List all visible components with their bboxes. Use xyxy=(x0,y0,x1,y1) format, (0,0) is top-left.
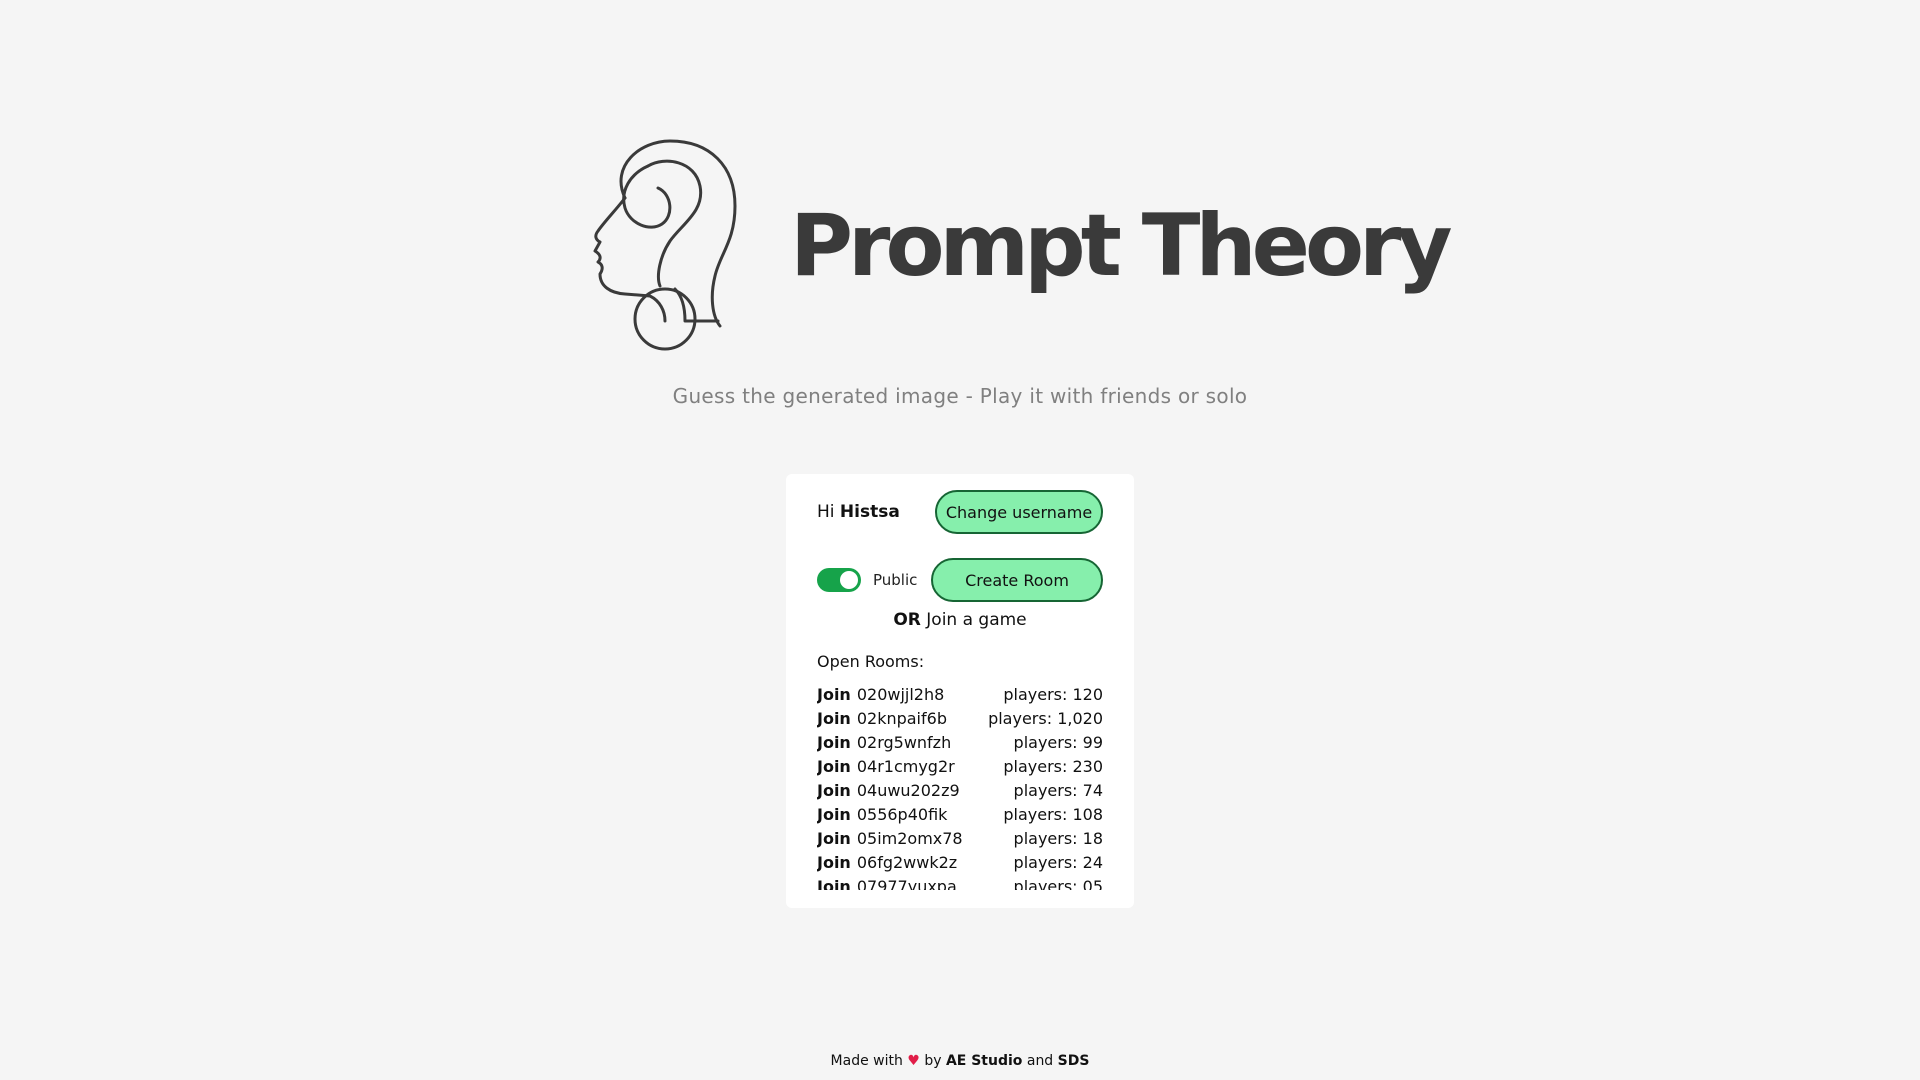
room-players: players: 05 xyxy=(1013,876,1103,891)
footer-company-ae-studio[interactable]: AE Studio xyxy=(946,1053,1022,1069)
footer-by: by xyxy=(924,1053,942,1069)
room-id: 02knpaif6b xyxy=(856,708,947,728)
room-players: players: 230 xyxy=(1003,756,1103,776)
room-row: Join 05im2omx78 players: 18 xyxy=(817,826,1103,850)
room-row: Join 04uwu202z9 players: 74 xyxy=(817,778,1103,802)
toggle-knob xyxy=(840,571,858,589)
lobby-card: Hi Histsa Change username Public Create … xyxy=(786,474,1134,908)
footer: Made with ♥ by AE Studio and SDS xyxy=(0,1053,1920,1069)
greeting-row: Hi Histsa Change username xyxy=(817,490,1103,534)
room-id: 06fg2wwk2z xyxy=(856,852,958,872)
room-row: Join 0556p40fik players: 108 xyxy=(817,802,1103,826)
room-players: players: 99 xyxy=(1013,732,1103,752)
room-list[interactable]: Join 020wjjl2h8 players: 120 Join 02knpaif… xyxy=(817,682,1103,891)
room-players: players: 74 xyxy=(1013,780,1103,800)
page: Prompt Theory Guess the generated image … xyxy=(0,0,1920,1080)
room-id: 04uwu202z9 xyxy=(856,780,960,800)
or-join-text: OR Join a game xyxy=(786,610,1134,630)
room-players: players: 108 xyxy=(1003,804,1103,824)
or-label: OR xyxy=(893,610,921,630)
join-link[interactable]: Join xyxy=(817,877,851,891)
room-id: 020wjjl2h8 xyxy=(856,684,945,704)
room-id: 04r1cmyg2r xyxy=(856,756,955,776)
open-rooms-heading: Open Rooms: xyxy=(817,652,925,671)
room-row: Join 07977yuxpa players: 05 xyxy=(817,874,1103,891)
join-a-game-label: Join a game xyxy=(926,610,1027,630)
join-link[interactable]: Join xyxy=(817,709,851,728)
room-players: players: 24 xyxy=(1013,852,1103,872)
head-question-mark-icon xyxy=(593,139,737,351)
change-username-label: Change username xyxy=(945,502,1093,522)
room-players: players: 18 xyxy=(1013,828,1103,848)
join-link[interactable]: Join xyxy=(817,781,851,800)
create-room-row: Public Create Room xyxy=(817,558,1103,602)
join-link[interactable]: Join xyxy=(817,733,851,752)
create-room-label: Create Room xyxy=(965,570,1069,590)
room-id: 05im2omx78 xyxy=(856,828,963,848)
footer-company-sds[interactable]: SDS xyxy=(1058,1053,1090,1069)
room-id: 02rg5wnfzh xyxy=(856,732,952,752)
heart-icon: ♥ xyxy=(907,1053,920,1069)
greeting-prefix: Hi xyxy=(817,502,835,522)
room-players: players: 1,020 xyxy=(988,708,1103,728)
app-title: Prompt Theory xyxy=(790,196,1453,296)
username: Histsa xyxy=(839,502,900,522)
room-players: players: 120 xyxy=(1003,684,1103,704)
room-row: Join 04r1cmyg2r players: 230 xyxy=(817,754,1103,778)
room-row: Join 02knpaif6b players: 1,020 xyxy=(817,706,1103,730)
join-link[interactable]: Join xyxy=(817,685,851,704)
footer-and: and xyxy=(1026,1053,1054,1069)
public-toggle-label: Public xyxy=(873,571,918,589)
footer-made-with: Made with xyxy=(830,1053,903,1069)
greeting: Hi Histsa xyxy=(817,502,900,522)
change-username-button[interactable]: Change username xyxy=(935,490,1103,534)
public-toggle-group: Public xyxy=(817,568,917,592)
join-link[interactable]: Join xyxy=(817,805,851,824)
room-id: 0556p40fik xyxy=(856,804,948,824)
create-room-button[interactable]: Create Room xyxy=(931,558,1103,602)
join-link[interactable]: Join xyxy=(817,853,851,872)
tagline: Guess the generated image - Play it with… xyxy=(672,384,1248,408)
public-toggle[interactable] xyxy=(817,568,861,592)
room-id: 07977yuxpa xyxy=(856,876,957,891)
join-link[interactable]: Join xyxy=(817,757,851,776)
join-link[interactable]: Join xyxy=(817,829,851,848)
room-row: Join 06fg2wwk2z players: 24 xyxy=(817,850,1103,874)
room-row: Join 02rg5wnfzh players: 99 xyxy=(817,730,1103,754)
room-row: Join 020wjjl2h8 players: 120 xyxy=(817,682,1103,706)
